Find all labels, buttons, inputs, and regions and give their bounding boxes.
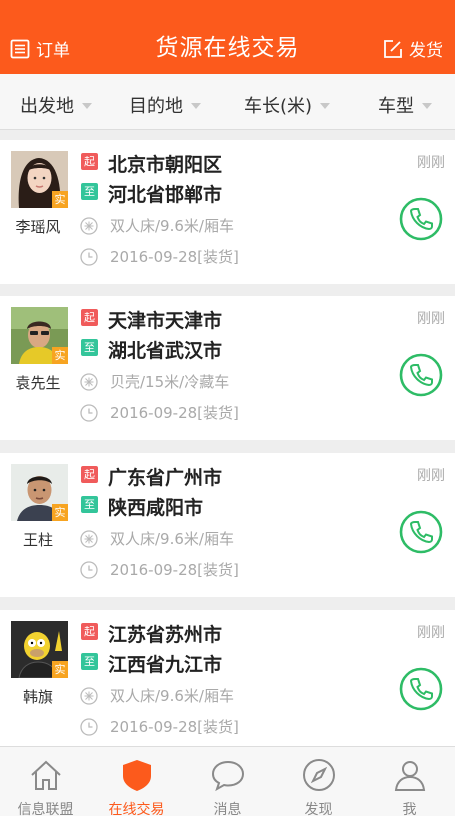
posted-time: 刚刚 <box>417 311 445 327</box>
caret-down-icon <box>191 103 201 109</box>
tab-info-alliance[interactable]: 信息联盟 <box>0 747 91 816</box>
shipper-name: 王柱 <box>22 531 53 549</box>
tab-label: 我 <box>402 802 417 816</box>
destination-city: 江西省九江市 <box>108 654 223 676</box>
origin-tag: 起 <box>81 623 98 640</box>
shipper-name: 韩旗 <box>22 688 53 706</box>
origin-tag: 起 <box>81 153 98 170</box>
posted-time: 刚刚 <box>417 468 445 484</box>
truck-spec-text: 双人床/9.6米/厢车 <box>110 217 234 235</box>
tab-me[interactable]: 我 <box>364 747 455 816</box>
verified-badge: 实 <box>52 661 68 678</box>
caret-down-icon <box>422 103 432 109</box>
listing-card[interactable]: 实 李瑶风 起 北京市朝阳区 至 河北省邯郸市 双人床/9.6米/厢车 2016… <box>0 140 455 284</box>
clock-icon <box>80 403 98 422</box>
filter-truck-length-label: 车长(米) <box>244 96 313 117</box>
origin-city: 广东省广州市 <box>108 467 223 489</box>
bottom-tab-bar: 信息联盟 在线交易 消息 发现 我 <box>0 746 455 816</box>
load-date-text: 2016-09-28[装货] <box>110 718 239 736</box>
phone-call-icon[interactable] <box>399 667 443 711</box>
posted-time: 刚刚 <box>417 625 445 641</box>
load-date: 2016-09-28[装货] <box>80 402 239 423</box>
filter-origin-label: 出发地 <box>20 96 74 117</box>
destination-tag: 至 <box>81 653 98 670</box>
truck-spec-icon <box>80 372 98 391</box>
load-date-text: 2016-09-28[装货] <box>110 561 239 579</box>
load-date: 2016-09-28[装货] <box>80 246 239 267</box>
clock-icon <box>80 560 98 579</box>
truck-spec-icon <box>80 216 98 235</box>
truck-spec-text: 双人床/9.6米/厢车 <box>110 530 234 548</box>
origin-city: 天津市天津市 <box>108 310 223 332</box>
origin-city: 江苏省苏州市 <box>108 624 223 646</box>
chat-bubble-icon <box>211 760 245 792</box>
filter-origin[interactable]: 出发地 <box>20 92 92 118</box>
destination-tag: 至 <box>81 496 98 513</box>
truck-spec: 双人床/9.6米/厢车 <box>80 528 234 549</box>
truck-spec-icon <box>80 529 98 548</box>
tab-label: 发现 <box>304 802 333 816</box>
verified-badge: 实 <box>52 191 68 208</box>
post-shipment-button[interactable]: 发货 <box>383 36 443 61</box>
avatar[interactable]: 实 <box>11 464 68 521</box>
avatar[interactable]: 实 <box>11 621 68 678</box>
user-icon <box>394 761 426 791</box>
origin-city: 北京市朝阳区 <box>108 154 223 176</box>
truck-spec-text: 双人床/9.6米/厢车 <box>110 687 234 705</box>
listing-card[interactable]: 实 韩旗 起 江苏省苏州市 至 江西省九江市 双人床/9.6米/厢车 2016-… <box>0 610 455 754</box>
caret-down-icon <box>320 103 331 109</box>
top-header: 订单 货源在线交易 发货 <box>0 0 455 74</box>
shield-icon <box>123 760 151 791</box>
filter-truck-type-label: 车型 <box>378 96 414 117</box>
avatar[interactable]: 实 <box>11 307 68 364</box>
origin-tag: 起 <box>81 309 98 326</box>
load-date: 2016-09-28[装货] <box>80 559 239 580</box>
post-shipment-label: 发货 <box>409 41 443 61</box>
destination-city: 陕西咸阳市 <box>108 497 204 519</box>
shipper-name: 李瑶风 <box>15 218 61 236</box>
posted-time: 刚刚 <box>417 155 445 171</box>
destination-city: 河北省邯郸市 <box>108 184 223 206</box>
filter-destination[interactable]: 目的地 <box>129 92 201 118</box>
filter-bar: 出发地 目的地 车长(米) 车型 <box>0 74 455 130</box>
tab-messages[interactable]: 消息 <box>182 747 273 816</box>
tab-discover[interactable]: 发现 <box>273 747 364 816</box>
clock-icon <box>80 247 98 266</box>
tab-online-trading[interactable]: 在线交易 <box>91 747 182 816</box>
listing-card[interactable]: 实 袁先生 起 天津市天津市 至 湖北省武汉市 贝壳/15米/冷藏车 2016-… <box>0 296 455 440</box>
truck-spec-icon <box>80 686 98 705</box>
clock-icon <box>80 717 98 736</box>
origin-tag: 起 <box>81 466 98 483</box>
tab-label: 消息 <box>213 802 242 816</box>
load-date-text: 2016-09-28[装货] <box>110 404 239 422</box>
load-date-text: 2016-09-28[装货] <box>110 248 239 266</box>
phone-call-icon[interactable] <box>399 197 443 241</box>
tab-label: 信息联盟 <box>17 802 74 816</box>
truck-spec: 双人床/9.6米/厢车 <box>80 215 234 236</box>
phone-call-icon[interactable] <box>399 353 443 397</box>
verified-badge: 实 <box>52 347 68 364</box>
truck-spec: 双人床/9.6米/厢车 <box>80 685 234 706</box>
avatar[interactable]: 实 <box>11 151 68 208</box>
filter-truck-type[interactable]: 车型 <box>378 92 432 118</box>
phone-call-icon[interactable] <box>399 510 443 554</box>
truck-spec-text: 贝壳/15米/冷藏车 <box>110 373 230 391</box>
home-icon <box>31 760 61 790</box>
edit-icon <box>384 39 402 58</box>
tab-label: 在线交易 <box>108 802 165 816</box>
destination-tag: 至 <box>81 183 98 200</box>
truck-spec: 贝壳/15米/冷藏车 <box>80 371 229 392</box>
destination-city: 湖北省武汉市 <box>108 340 223 362</box>
caret-down-icon <box>82 103 92 109</box>
shipper-name: 袁先生 <box>15 374 61 392</box>
filter-destination-label: 目的地 <box>129 96 183 117</box>
compass-icon <box>303 759 335 791</box>
filter-truck-length[interactable]: 车长(米) <box>244 92 331 118</box>
verified-badge: 实 <box>52 504 68 521</box>
listing-card[interactable]: 实 王柱 起 广东省广州市 至 陕西咸阳市 双人床/9.6米/厢车 2016-0… <box>0 453 455 597</box>
destination-tag: 至 <box>81 339 98 356</box>
load-date: 2016-09-28[装货] <box>80 716 239 737</box>
